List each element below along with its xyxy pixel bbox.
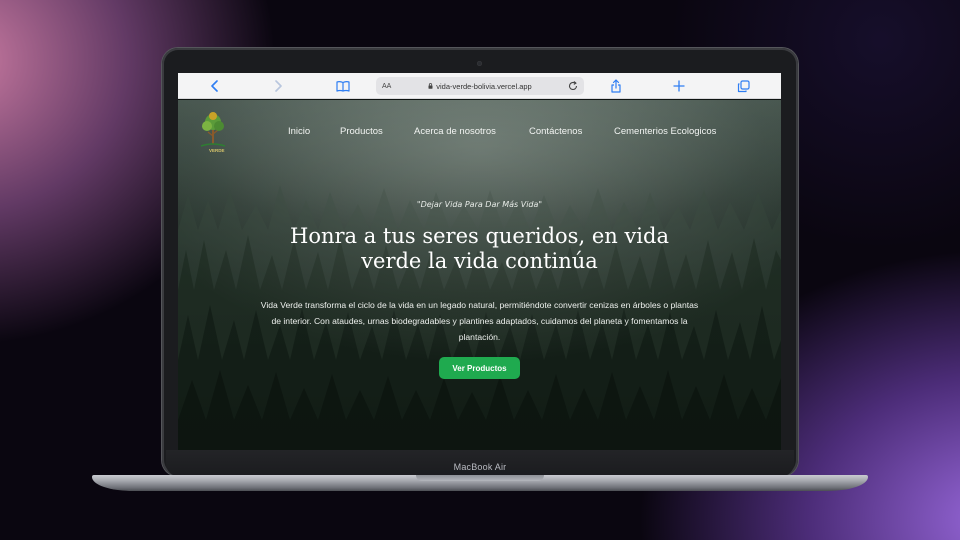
url-text: vida-verde-bolivia.vercel.app xyxy=(376,82,584,91)
share-icon[interactable] xyxy=(608,78,624,94)
tabs-icon[interactable] xyxy=(735,78,751,94)
forward-icon[interactable] xyxy=(270,78,286,94)
nav-contactenos[interactable]: Contáctenos xyxy=(529,126,582,137)
hero-description: Vida Verde transforma el ciclo de la vid… xyxy=(260,300,699,342)
reload-icon[interactable] xyxy=(567,80,579,92)
hero-headline-line2: verde la vida continúa xyxy=(361,249,598,273)
browser-toolbar: AA vida-verde-bolivia.vercel.app xyxy=(178,73,781,99)
hero-headline: Honra a tus seres queridos, en vida verd… xyxy=(238,224,721,274)
nav-inicio[interactable]: Inicio xyxy=(288,126,310,137)
address-bar[interactable]: AA vida-verde-bolivia.vercel.app xyxy=(376,77,584,95)
hero-overlay xyxy=(178,100,781,450)
back-icon[interactable] xyxy=(207,78,223,94)
bookmarks-icon[interactable] xyxy=(335,78,351,94)
nav-productos[interactable]: Productos xyxy=(340,126,383,137)
nav-cementerios[interactable]: Cementerios Ecologicos xyxy=(614,126,716,137)
laptop-model-label: MacBook Air xyxy=(453,462,507,472)
nav-acerca[interactable]: Acerca de nosotros xyxy=(414,126,496,137)
laptop-screen: AA vida-verde-bolivia.vercel.app VERDE I… xyxy=(178,73,781,450)
lock-icon xyxy=(428,82,433,89)
hero-section: VERDE Inicio Productos Acerca de nosotro… xyxy=(178,100,781,450)
main-nav: Inicio Productos Acerca de nosotros Cont… xyxy=(178,126,781,140)
url-value: vida-verde-bolivia.vercel.app xyxy=(436,81,532,91)
laptop-base-notch xyxy=(416,475,544,481)
logo-text: VERDE xyxy=(209,148,225,153)
ver-productos-button[interactable]: Ver Productos xyxy=(439,357,520,379)
camera-icon xyxy=(477,61,482,66)
hero-headline-line1: Honra a tus seres queridos, en vida xyxy=(290,224,669,248)
hero-tagline: "Dejar Vida Para Dar Más Vida" xyxy=(416,200,543,209)
new-tab-icon[interactable] xyxy=(671,78,687,94)
